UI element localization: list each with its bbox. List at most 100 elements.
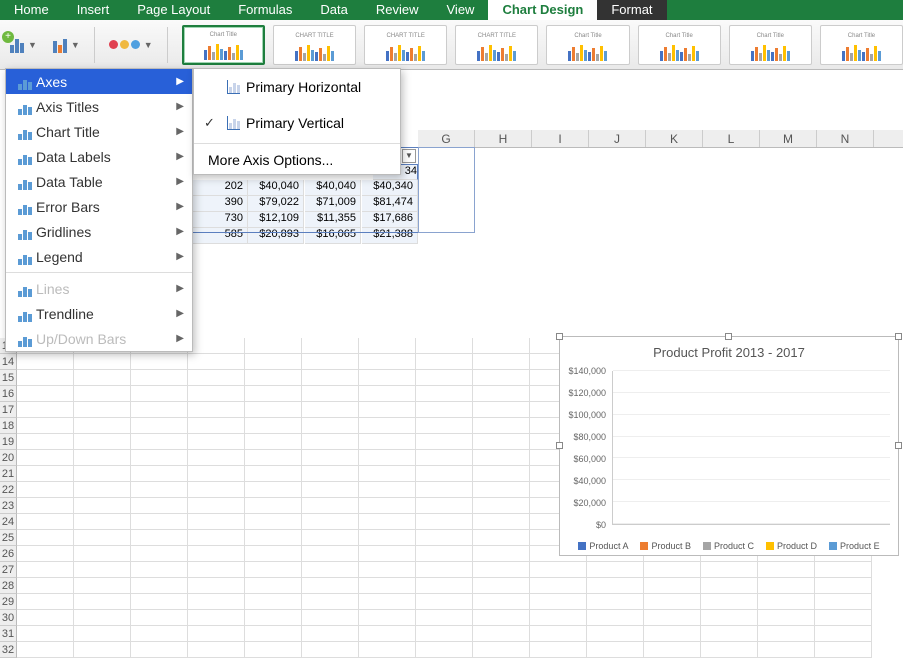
menu-item-error-bars[interactable]: Error Bars▶ <box>6 194 192 219</box>
chart-style-3[interactable]: CHART TITLE <box>364 25 447 65</box>
add-chart-element-button[interactable]: + ▼ <box>4 33 43 57</box>
ribbon-tab-formulas[interactable]: Formulas <box>224 0 306 20</box>
caret-down-icon: ▼ <box>71 40 80 50</box>
ribbon-tab-chart-design[interactable]: Chart Design <box>488 0 597 20</box>
change-colors-button[interactable]: ▼ <box>103 36 159 54</box>
submenu-item-primary-vertical[interactable]: ✓Primary Vertical <box>194 105 400 141</box>
ribbon-tab-data[interactable]: Data <box>306 0 361 20</box>
row-header-30[interactable]: 30 <box>0 610 17 626</box>
embedded-chart[interactable]: Product Profit 2013 - 2017 $0$20,000$40,… <box>559 336 899 556</box>
menu-item-legend[interactable]: Legend▶ <box>6 244 192 269</box>
menu-item-trendline[interactable]: Trendline▶ <box>6 301 192 326</box>
row-header-32[interactable]: 32 <box>0 642 17 658</box>
cell-value: $17,686 <box>362 212 418 228</box>
cell-value: $71,009 <box>305 196 361 212</box>
menu-item-chart-title[interactable]: Chart Title▶ <box>6 119 192 144</box>
row-header-25[interactable]: 25 <box>0 530 17 546</box>
col-header-M[interactable]: M <box>760 130 817 147</box>
resize-handle[interactable] <box>895 442 902 449</box>
ribbon-tabs: HomeInsertPage LayoutFormulasDataReviewV… <box>0 0 903 20</box>
row-header-15[interactable]: 15 <box>0 370 17 386</box>
menu-icon <box>14 124 36 140</box>
menu-item-data-labels[interactable]: Data Labels▶ <box>6 144 192 169</box>
selection-outline <box>418 147 475 233</box>
ribbon-tab-view[interactable]: View <box>433 0 489 20</box>
menu-icon <box>14 199 36 215</box>
submenu-item-primary-horizontal[interactable]: Primary Horizontal <box>194 69 400 105</box>
ribbon-tab-format[interactable]: Format <box>597 0 666 20</box>
chart-style-1[interactable]: Chart Title <box>182 25 265 65</box>
ribbon-tab-page-layout[interactable]: Page Layout <box>123 0 224 20</box>
row-header-24[interactable]: 24 <box>0 514 17 530</box>
chart-style-7[interactable]: Chart Title <box>729 25 812 65</box>
cell-value: 390 <box>192 196 248 212</box>
row-header-29[interactable]: 29 <box>0 594 17 610</box>
col-header-L[interactable]: L <box>703 130 760 147</box>
cell-value: 730 <box>192 212 248 228</box>
legend-item[interactable]: Product E <box>829 541 880 551</box>
row-header-16[interactable]: 16 <box>0 386 17 402</box>
menu-item-lines: Lines▶ <box>6 276 192 301</box>
chart-style-4[interactable]: CHART TITLE <box>455 25 538 65</box>
menu-item-data-table[interactable]: Data Table▶ <box>6 169 192 194</box>
col-header-G[interactable]: G <box>418 130 475 147</box>
row-header-21[interactable]: 21 <box>0 466 17 482</box>
legend-item[interactable]: Product C <box>703 541 754 551</box>
col-header-J[interactable]: J <box>589 130 646 147</box>
row-header-26[interactable]: 26 <box>0 546 17 562</box>
submenu-arrow-icon: ▶ <box>176 126 184 137</box>
cell-value: $16,065 <box>305 228 361 244</box>
menu-icon <box>14 331 36 347</box>
menu-item-axis-titles[interactable]: Axis Titles▶ <box>6 94 192 119</box>
row-header-28[interactable]: 28 <box>0 578 17 594</box>
chart-style-5[interactable]: Chart Title <box>546 25 629 65</box>
ribbon-tab-insert[interactable]: Insert <box>63 0 124 20</box>
row-header-20[interactable]: 20 <box>0 450 17 466</box>
menu-icon <box>14 74 36 90</box>
menu-item-up-down-bars: Up/Down Bars▶ <box>6 326 192 351</box>
cell-value: 202 <box>192 180 248 196</box>
chart-styles-gallery: Chart TitleCHART TITLECHART TITLECHART T… <box>182 25 903 65</box>
ribbon-tab-home[interactable]: Home <box>0 0 63 20</box>
cell-value: $21,388 <box>362 228 418 244</box>
row-header-27[interactable]: 27 <box>0 562 17 578</box>
resize-handle[interactable] <box>895 333 902 340</box>
plot-area[interactable] <box>612 371 890 525</box>
legend-item[interactable]: Product B <box>640 541 691 551</box>
chart-title[interactable]: Product Profit 2013 - 2017 <box>560 337 898 364</box>
ribbon-toolbar: + ▼ ▼ ▼ Chart TitleCHART TITLECHART TITL… <box>0 20 903 70</box>
menu-item-axes[interactable]: Axes▶ <box>6 69 192 94</box>
submenu-arrow-icon: ▶ <box>176 333 184 344</box>
chart-legend[interactable]: Product A Product B Product C Product D Prod… <box>560 541 898 551</box>
caret-down-icon: ▼ <box>28 40 37 50</box>
row-header-31[interactable]: 31 <box>0 626 17 642</box>
more-axis-options[interactable]: More Axis Options... <box>194 146 400 174</box>
col-header-N[interactable]: N <box>817 130 874 147</box>
row-header-22[interactable]: 22 <box>0 482 17 498</box>
cell-value: $40,040 <box>305 180 361 196</box>
col-header-H[interactable]: H <box>475 130 532 147</box>
chart-style-8[interactable]: Chart Title <box>820 25 903 65</box>
legend-item[interactable]: Product A <box>578 541 628 551</box>
legend-item[interactable]: Product D <box>766 541 817 551</box>
row-header-14[interactable]: 14 <box>0 354 17 370</box>
cell-value: $40,340 <box>362 180 418 196</box>
menu-icon <box>14 281 36 297</box>
ribbon-tab-review[interactable]: Review <box>362 0 433 20</box>
submenu-arrow-icon: ▶ <box>176 226 184 237</box>
resize-handle[interactable] <box>725 333 732 340</box>
submenu-arrow-icon: ▶ <box>176 151 184 162</box>
row-header-19[interactable]: 19 <box>0 434 17 450</box>
row-header-18[interactable]: 18 <box>0 418 17 434</box>
col-header-I[interactable]: I <box>532 130 589 147</box>
col-header-K[interactable]: K <box>646 130 703 147</box>
row-header-23[interactable]: 23 <box>0 498 17 514</box>
resize-handle[interactable] <box>556 333 563 340</box>
row-header-17[interactable]: 17 <box>0 402 17 418</box>
filter-dropdown-icon[interactable]: ▼ <box>402 149 416 163</box>
chart-style-2[interactable]: CHART TITLE <box>273 25 356 65</box>
menu-item-gridlines[interactable]: Gridlines▶ <box>6 219 192 244</box>
chart-style-6[interactable]: Chart Title <box>638 25 721 65</box>
submenu-arrow-icon: ▶ <box>176 283 184 294</box>
quick-layout-button[interactable]: ▼ <box>47 33 86 57</box>
